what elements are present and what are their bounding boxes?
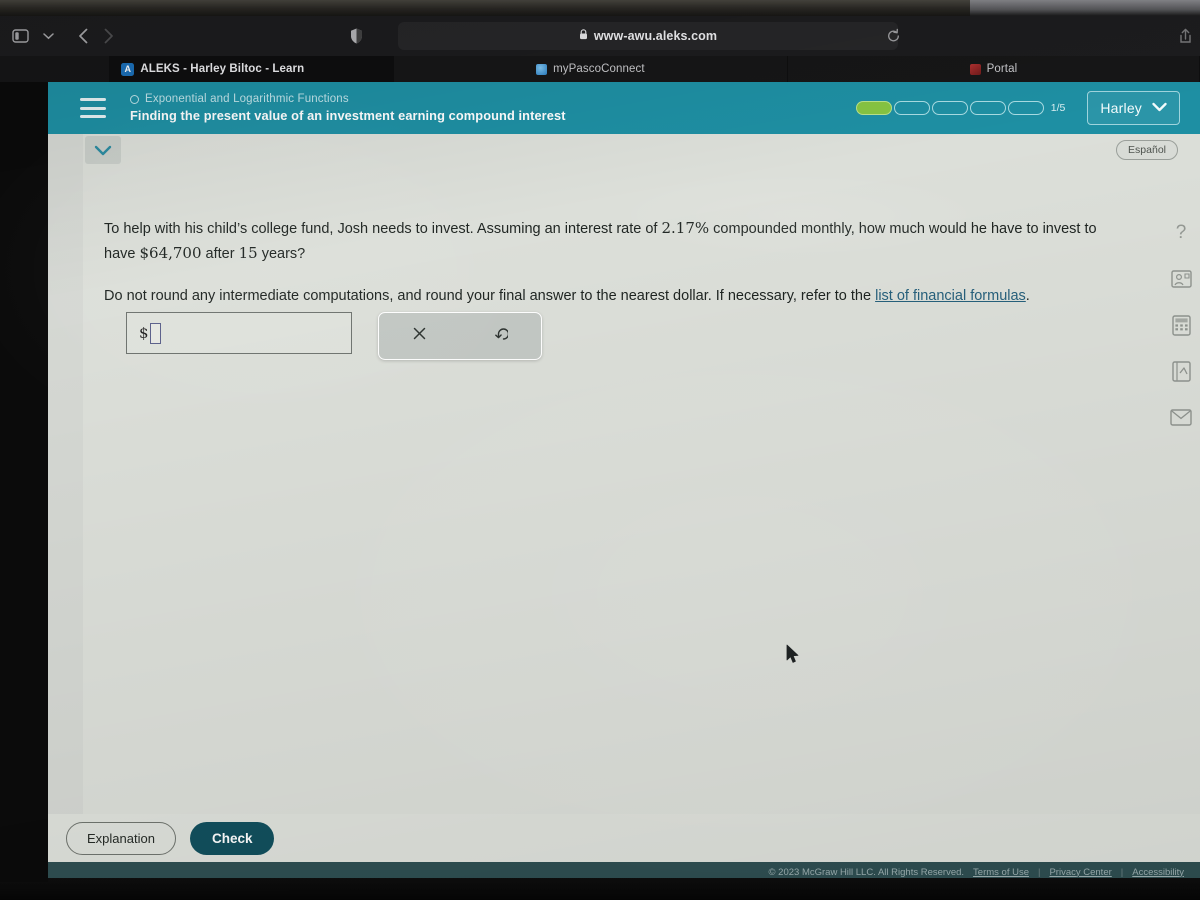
pasco-favicon-icon (536, 63, 548, 75)
topic-circle-icon (130, 94, 139, 104)
screen-photo: www-awu.aleks.com A ALEKS - Harley Bilto… (0, 0, 1200, 900)
answer-row: $ (126, 312, 542, 360)
progress-segment (893, 101, 930, 115)
url-text: www-awu.aleks.com (593, 29, 718, 43)
accessibility-link[interactable]: Accessibility (1132, 867, 1184, 878)
question-paragraph: To help with his child’s college fund, J… (104, 216, 1126, 267)
help-question-icon[interactable]: ? (1170, 222, 1192, 244)
undo-icon[interactable] (492, 326, 510, 347)
progress-segment (969, 101, 1006, 115)
browser-window: www-awu.aleks.com A ALEKS - Harley Bilto… (0, 16, 1200, 882)
topic-row: Exponential and Logarithmic Functions (130, 93, 566, 105)
user-menu-button[interactable]: Harley (1087, 91, 1180, 125)
header-titles: Exponential and Logarithmic Functions Fi… (130, 93, 566, 123)
monitor-top-bezel-right (970, 0, 1200, 16)
reference-sheet-icon[interactable] (1170, 360, 1192, 382)
progress-indicator: 1/5 (855, 101, 1066, 115)
browser-tab-aleks[interactable]: A ALEKS - Harley Biltoc - Learn (109, 56, 394, 82)
tab-strip: A ALEKS - Harley Biltoc - Learn myPascoC… (0, 56, 1200, 82)
question-part-3: after (201, 246, 239, 263)
instruction-part-1: Do not round any intermediate computatio… (104, 287, 876, 304)
browser-toolbar: www-awu.aleks.com (0, 16, 1200, 56)
browser-tab-pascoconnect[interactable]: myPascoConnect (394, 56, 788, 82)
message-envelope-icon[interactable] (1170, 406, 1192, 428)
check-button[interactable]: Check (189, 821, 275, 855)
aleks-header: Exponential and Logarithmic Functions Fi… (48, 82, 1200, 134)
answer-input[interactable]: $ (126, 312, 352, 354)
answer-tool-panel (378, 312, 542, 360)
back-arrow-icon[interactable] (78, 28, 89, 44)
financial-formulas-link[interactable]: list of financial formulas (875, 288, 1026, 304)
collapse-panel-button[interactable] (85, 136, 121, 164)
web-page: Exponential and Logarithmic Functions Fi… (0, 82, 1200, 882)
lock-icon (579, 29, 588, 43)
years-value: 15 (238, 244, 258, 263)
monitor-bottom-bezel (0, 878, 1200, 900)
question-part-1: To help with his child’s college fund, J… (104, 221, 662, 237)
user-name-label: Harley (1100, 100, 1142, 116)
interest-rate-value: 2.17% (661, 219, 710, 237)
header-right: 1/5 Harley (855, 91, 1200, 125)
sidebar-toggle-icon[interactable] (12, 29, 29, 43)
privacy-center-link[interactable]: Privacy Center (1049, 867, 1111, 878)
instruction-part-2: . (1025, 287, 1030, 304)
target-amount-value: $64,700 (139, 244, 202, 263)
tab-label: ALEKS - Harley Biltoc - Learn (140, 63, 305, 75)
url-bar[interactable]: www-awu.aleks.com (398, 22, 898, 50)
progress-label: 1/5 (1050, 102, 1066, 114)
action-bar: Explanation Check (48, 814, 1200, 862)
progress-segment (1007, 101, 1044, 115)
espanol-button[interactable]: Español (1116, 140, 1178, 160)
tab-label: Portal (986, 63, 1018, 75)
tab-label: myPascoConnect (553, 63, 645, 75)
aleks-logo-icon: A (121, 62, 135, 76)
mouse-cursor (786, 644, 800, 669)
browser-tab-portal[interactable]: Portal (788, 56, 1200, 82)
progress-segment (855, 101, 892, 115)
explanation-button[interactable]: Explanation (66, 821, 176, 855)
footer-separator: | (1120, 866, 1124, 878)
text-caret (149, 322, 161, 344)
footer-separator: | (1038, 866, 1041, 878)
reload-icon[interactable] (886, 28, 901, 44)
shield-privacy-icon[interactable] (350, 28, 363, 45)
calculator-icon[interactable] (1170, 314, 1192, 336)
copyright-text: © 2023 McGraw Hill LLC. All Rights Reser… (768, 866, 965, 878)
screen-left-bezel (0, 82, 48, 882)
share-icon[interactable] (1179, 28, 1192, 44)
page-title: Finding the present value of an investme… (130, 108, 566, 123)
terms-of-use-link[interactable]: Terms of Use (973, 867, 1029, 878)
hamburger-menu-icon[interactable] (80, 98, 106, 118)
question-part-4: years? (257, 246, 306, 263)
tool-rail: ? (1170, 222, 1192, 428)
currency-symbol: $ (139, 324, 149, 342)
sidebar-chevron-down-icon[interactable] (43, 32, 54, 40)
instruction-paragraph: Do not round any intermediate computatio… (104, 285, 1126, 308)
progress-segment (931, 101, 968, 115)
chevron-down-icon (1152, 99, 1167, 117)
clear-icon[interactable] (412, 326, 427, 346)
topic-label: Exponential and Logarithmic Functions (145, 93, 349, 105)
content-area: Español To help with his child’s college… (48, 134, 1200, 882)
video-tutorial-icon[interactable] (1170, 268, 1192, 290)
forward-arrow-icon (103, 28, 114, 44)
portal-favicon-icon (969, 63, 981, 75)
question-text: To help with his child’s college fund, J… (104, 216, 1126, 308)
